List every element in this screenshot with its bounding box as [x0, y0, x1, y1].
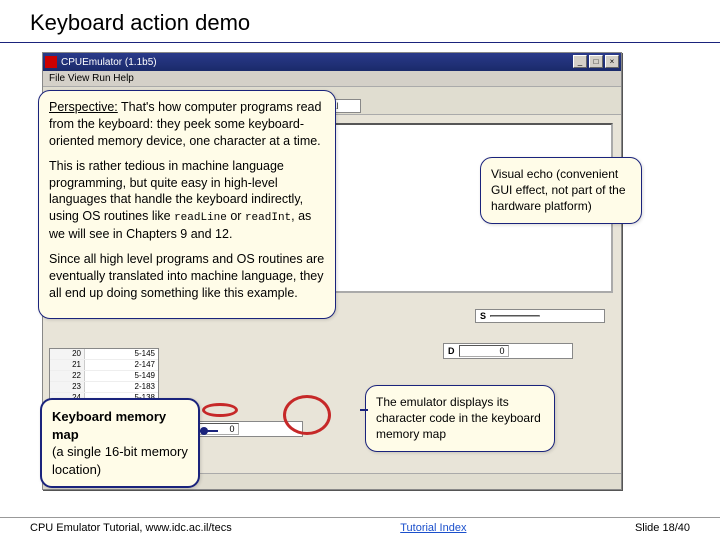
ram-addr: 22: [50, 371, 85, 381]
connector-line-2: [360, 409, 368, 411]
kmm-title: Keyboard memory map: [52, 408, 188, 443]
highlight-ellipse-row: [202, 403, 238, 417]
ram-addr: 23: [50, 382, 85, 392]
minimize-button[interactable]: _: [573, 55, 587, 68]
register-s: S: [475, 309, 605, 323]
ram-val: 2-147: [85, 360, 158, 370]
slide-footer: CPU Emulator Tutorial, www.idc.ac.il/tec…: [0, 517, 720, 534]
kmm-sub: (a single 16-bit memory location): [52, 443, 188, 478]
close-button[interactable]: ×: [605, 55, 619, 68]
register-d-label: D: [448, 346, 455, 356]
menubar[interactable]: File View Run Help: [43, 71, 621, 87]
ram-addr: 20: [50, 349, 85, 359]
callout-perspective: Perspective: That's how computer program…: [38, 90, 336, 319]
connector-line-1: [200, 430, 218, 432]
app-icon: [45, 56, 57, 68]
code-readint: readInt: [245, 212, 291, 224]
slide-title: Keyboard action demo: [0, 0, 720, 43]
register-s-value: [490, 315, 540, 317]
register-s-label: S: [480, 311, 486, 321]
callout-keyboard-memory-map: Keyboard memory map (a single 16-bit mem…: [40, 398, 200, 488]
perspective-p3: Since all high level programs and OS rou…: [49, 251, 325, 302]
ram-addr: 21: [50, 360, 85, 370]
ram-row: 232-183: [50, 382, 158, 393]
perspective-mid: or: [227, 209, 245, 223]
footer-slide-number: Slide 18/40: [635, 522, 690, 534]
code-readline: readLine: [174, 212, 227, 224]
maximize-button[interactable]: □: [589, 55, 603, 68]
callout-charcode: The emulator displays its character code…: [365, 385, 555, 452]
ram-row: 225-149: [50, 371, 158, 382]
register-d-value: 0: [459, 345, 509, 357]
ram-val: 5-145: [85, 349, 158, 359]
window-title: CPUEmulator (1.1b5): [61, 57, 157, 68]
perspective-heading: Perspective:: [49, 100, 118, 114]
callout-visual-echo: Visual echo (convenient GUI effect, not …: [480, 157, 642, 224]
window-titlebar: CPUEmulator (1.1b5) _ □ ×: [43, 53, 621, 71]
footer-left: CPU Emulator Tutorial, www.idc.ac.il/tec…: [30, 522, 232, 534]
highlight-ellipse-memory: [283, 395, 331, 435]
ram-row: 212-147: [50, 360, 158, 371]
ram-val: 5-149: [85, 371, 158, 381]
footer-tutorial-index-link[interactable]: Tutorial Index: [400, 522, 466, 534]
ram-row: 205-145: [50, 349, 158, 360]
ram-val: 2-183: [85, 382, 158, 392]
register-d: D 0: [443, 343, 573, 359]
